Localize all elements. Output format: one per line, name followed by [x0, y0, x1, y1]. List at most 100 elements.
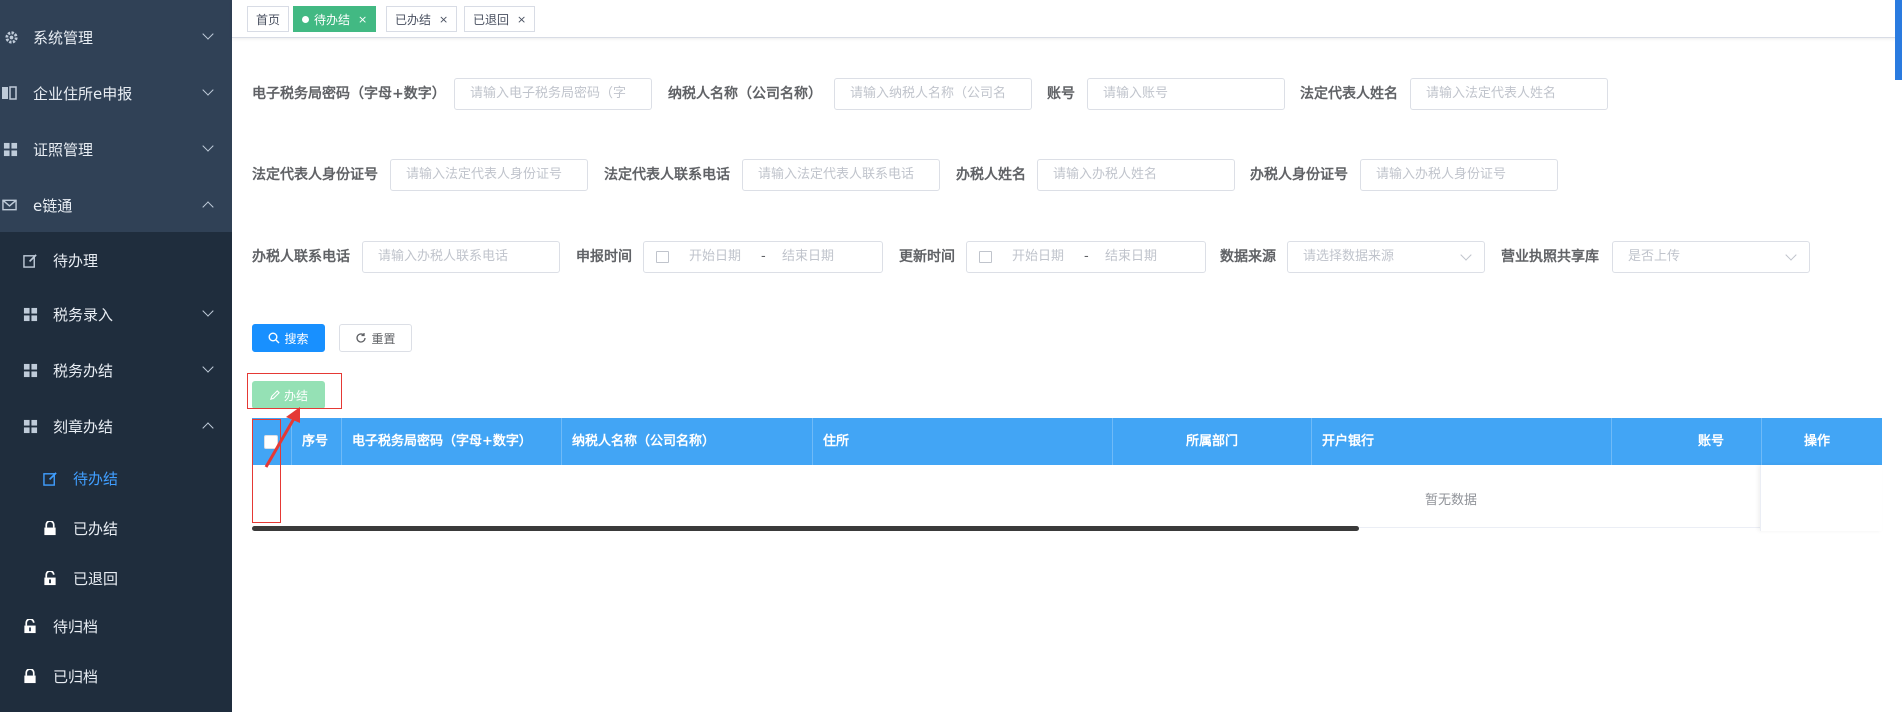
sidebar-item-label: 证照管理: [33, 140, 94, 159]
taxpayer-name-input[interactable]: 请输入纳税人名称（公司名: [834, 78, 1032, 110]
select-placeholder: 是否上传: [1628, 249, 1681, 264]
start-date-input[interactable]: 开始日期: [689, 242, 741, 272]
data-source-select[interactable]: 请选择数据来源: [1287, 241, 1485, 273]
range-separator: -: [761, 249, 766, 264]
sidebar-item-tax-done[interactable]: 税务办结: [0, 342, 232, 398]
col-header-taxpayer-name: 纳税人名称（公司名称）: [562, 418, 813, 465]
grid-icon: [1, 140, 19, 158]
book-icon: [0, 84, 18, 102]
calendar-icon: [979, 251, 992, 263]
fixed-actions-column: [1760, 465, 1882, 531]
lock-icon: [21, 667, 39, 685]
legal-rep-name-input[interactable]: 请输入法定代表人姓名: [1410, 78, 1608, 110]
etax-password-input[interactable]: 请输入电子税务局密码（字: [454, 78, 652, 110]
account-input[interactable]: 请输入账号: [1087, 78, 1285, 110]
sidebar-item-seal-done[interactable]: 刻章办结: [0, 398, 232, 454]
sidebar-item-elink[interactable]: e链通: [0, 177, 232, 233]
legal-rep-id-input[interactable]: 请输入法定代表人身份证号: [390, 159, 588, 191]
window-edge: [1895, 0, 1902, 80]
tax-agent-name-input[interactable]: 请输入办税人姓名: [1037, 159, 1235, 191]
unlock-icon: [41, 569, 59, 587]
sidebar-item-label: 系统管理: [33, 28, 94, 47]
chevron-up-icon: [202, 201, 214, 213]
sidebar-item-completed[interactable]: 已办结: [0, 502, 232, 554]
close-icon[interactable]: ×: [517, 13, 526, 26]
grid-icon: [21, 417, 39, 435]
sidebar-item-license[interactable]: 证照管理: [0, 121, 232, 177]
close-icon[interactable]: ×: [358, 13, 367, 26]
col-header-address: 住所: [813, 418, 1113, 465]
chevron-down-icon: [1460, 249, 1472, 261]
table-horizontal-scrollbar[interactable]: [252, 526, 1359, 531]
calendar-icon: [656, 251, 669, 263]
tax-agent-id-input[interactable]: 请输入办税人身份证号: [1360, 159, 1558, 191]
range-separator: -: [1084, 249, 1089, 264]
close-icon[interactable]: ×: [439, 13, 448, 26]
end-date-input[interactable]: 结束日期: [782, 242, 834, 272]
sidebar-item-label: 企业住所e申报: [33, 84, 133, 103]
reset-button-label: 重置: [371, 331, 396, 346]
sidebar-item-label: 税务录入: [53, 305, 114, 324]
sidebar-item-label: 待归档: [53, 617, 99, 636]
chevron-down-icon: [202, 84, 214, 96]
gear-icon: [2, 28, 20, 46]
label-legal-rep-phone: 法定代表人联系电话: [604, 167, 730, 183]
annotation-arrow: [264, 407, 300, 468]
col-header-account: 账号: [1612, 418, 1762, 465]
tag-home[interactable]: 首页: [247, 6, 290, 32]
sidebar-item-to-complete[interactable]: 待办结: [0, 452, 232, 504]
table-body: 暂无数据: [252, 465, 1882, 528]
sidebar-item-label: 已退回: [73, 569, 119, 588]
refresh-icon: [356, 333, 367, 343]
tag-completed[interactable]: 已办结 ×: [386, 6, 458, 32]
sidebar-item-label: 待办结: [73, 469, 119, 488]
col-header-actions: 操作: [1804, 434, 1831, 449]
label-legal-rep-id: 法定代表人身份证号: [252, 167, 378, 183]
sidebar: 系统管理 企业住所e申报 证照管理 e链通 待办理 税务录入 税务办结 刻章办结…: [0, 0, 232, 712]
chevron-up-icon: [202, 422, 214, 434]
label-declare-time: 申报时间: [576, 249, 632, 265]
sidebar-item-enterprise-address[interactable]: 企业住所e申报: [0, 65, 232, 121]
sidebar-item-label: e链通: [33, 196, 73, 215]
tag-label: 待办结: [314, 12, 351, 27]
chevron-down-icon: [202, 140, 214, 152]
sidebar-item-label: 待办理: [53, 251, 99, 270]
sidebar-item-pending[interactable]: 待办理: [0, 232, 232, 288]
legal-rep-phone-input[interactable]: 请输入法定代表人联系电话: [742, 159, 940, 191]
label-tax-agent-id: 办税人身份证号: [1250, 167, 1348, 183]
tag-label: 已退回: [473, 12, 510, 27]
chevron-down-icon: [1785, 249, 1797, 261]
search-button[interactable]: 搜索: [252, 324, 325, 352]
update-time-range[interactable]: 开始日期 - 结束日期: [966, 241, 1206, 273]
label-tax-agent-phone: 办税人联系电话: [252, 249, 350, 265]
end-date-input[interactable]: 结束日期: [1105, 242, 1157, 272]
tag-to-complete[interactable]: 待办结 ×: [293, 6, 377, 32]
label-update-time: 更新时间: [899, 249, 955, 265]
edit-icon: [21, 251, 39, 269]
sidebar-item-to-archive[interactable]: 待归档: [0, 598, 232, 654]
sidebar-item-tax-entry[interactable]: 税务录入: [0, 286, 232, 342]
tax-agent-phone-input[interactable]: 请输入办税人联系电话: [362, 241, 560, 273]
select-placeholder: 请选择数据来源: [1303, 249, 1395, 264]
sidebar-item-system[interactable]: 系统管理: [0, 9, 232, 65]
tag-returned[interactable]: 已退回 ×: [464, 6, 536, 32]
reset-button[interactable]: 重置: [339, 324, 412, 352]
label-tax-agent-name: 办税人姓名: [956, 167, 1026, 183]
sidebar-item-label: 税务办结: [53, 361, 114, 380]
sidebar-item-archived[interactable]: 已归档: [0, 648, 232, 704]
chevron-down-icon: [202, 305, 214, 317]
chevron-down-icon: [202, 361, 214, 373]
sidebar-item-returned[interactable]: 已退回: [0, 552, 232, 604]
edit-icon: [41, 469, 59, 487]
start-date-input[interactable]: 开始日期: [1012, 242, 1064, 272]
active-dot-icon: [302, 15, 309, 23]
lock-icon: [41, 519, 59, 537]
unlock-icon: [21, 617, 39, 635]
license-share-select[interactable]: 是否上传: [1612, 241, 1810, 273]
main-content: 首页 待办结 × 已办结 × 已退回 × 电子税务局密码（字母+数字） 请输入电…: [232, 0, 1902, 712]
col-header-department: 所属部门: [1113, 418, 1312, 465]
declare-time-range[interactable]: 开始日期 - 结束日期: [643, 241, 883, 273]
label-data-source: 数据来源: [1220, 249, 1276, 265]
label-license-share: 营业执照共享库: [1501, 249, 1599, 265]
mail-icon: [0, 196, 18, 214]
